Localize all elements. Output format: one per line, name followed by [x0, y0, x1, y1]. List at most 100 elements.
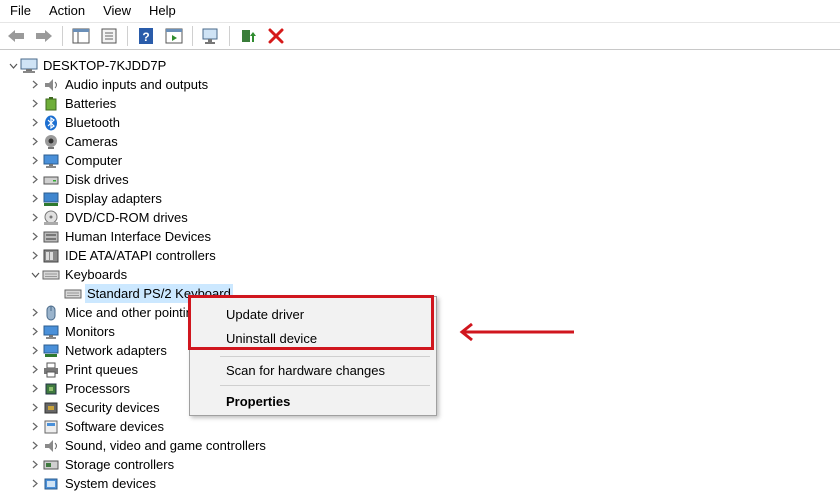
menu-separator [220, 356, 430, 357]
mouse-icon [42, 304, 60, 322]
network-adapter-icon [42, 342, 60, 360]
tree-item-label: System devices [65, 476, 157, 491]
tree-item-print-queues[interactable]: Print queues [28, 360, 140, 379]
ide-controller-icon [42, 247, 60, 265]
chevron-down-icon[interactable] [28, 265, 42, 284]
speaker-icon [42, 76, 60, 94]
tree-item-sound[interactable]: Sound, video and game controllers [28, 436, 268, 455]
chevron-right-icon[interactable] [28, 303, 42, 322]
chevron-right-icon[interactable] [28, 322, 42, 341]
chevron-right-icon[interactable] [28, 398, 42, 417]
display-adapter-icon [42, 190, 60, 208]
sound-icon [42, 437, 60, 455]
tree-item-security[interactable]: Security devices [28, 398, 162, 417]
toolbar: ? [0, 22, 840, 50]
menu-bar: File Action View Help [0, 0, 840, 22]
tree-item-label: Cameras [65, 134, 118, 149]
properties-menu-item[interactable]: Properties [190, 389, 436, 413]
tree-item-label: Disk drives [65, 172, 129, 187]
tree-item-storage[interactable]: Storage controllers [28, 455, 176, 474]
tree-item-label: Bluetooth [65, 115, 120, 130]
chevron-right-icon[interactable] [28, 246, 42, 265]
back-icon[interactable] [4, 24, 28, 48]
chevron-right-icon[interactable] [28, 170, 42, 189]
tree-item-label: Human Interface Devices [65, 229, 211, 244]
action-pane-icon[interactable] [162, 24, 186, 48]
tree-item-batteries[interactable]: Batteries [28, 94, 118, 113]
chevron-right-icon[interactable] [28, 455, 42, 474]
menu-view[interactable]: View [94, 0, 140, 22]
toolbar-separator [229, 26, 230, 46]
keyboard-icon [64, 285, 82, 303]
tree-item-label: Monitors [65, 324, 115, 339]
tree-item-cameras[interactable]: Cameras [28, 132, 120, 151]
scan-hardware-label: Scan for hardware changes [226, 362, 385, 378]
scan-hardware-icon[interactable] [199, 24, 223, 48]
chevron-down-icon[interactable] [6, 56, 20, 75]
chevron-right-icon[interactable] [28, 379, 42, 398]
keyboard-icon [42, 266, 60, 284]
tree-item-label: Processors [65, 381, 131, 396]
tree-item-dvd[interactable]: DVD/CD-ROM drives [28, 208, 190, 227]
security-chip-icon [42, 399, 60, 417]
chevron-right-icon[interactable] [28, 436, 42, 455]
tree-item-label: Batteries [65, 96, 117, 111]
chevron-right-icon[interactable] [28, 113, 42, 132]
chevron-right-icon[interactable] [28, 189, 42, 208]
toolbar-separator [192, 26, 193, 46]
menu-action[interactable]: Action [40, 0, 94, 22]
tree-item-processors[interactable]: Processors [28, 379, 132, 398]
tree-item-label: Audio inputs and outputs [65, 77, 209, 92]
tree-item-monitors[interactable]: Monitors [28, 322, 117, 341]
tree-item-network[interactable]: Network adapters [28, 341, 169, 360]
tree-item-label: Print queues [65, 362, 138, 377]
uninstall-icon[interactable] [264, 24, 288, 48]
chevron-right-icon[interactable] [28, 151, 42, 170]
menu-separator [220, 385, 430, 386]
optical-drive-icon [42, 209, 60, 227]
tree-item-ide[interactable]: IDE ATA/ATAPI controllers [28, 246, 218, 265]
update-driver-icon[interactable] [236, 24, 260, 48]
tree-item-label: Computer [65, 153, 123, 168]
chevron-right-icon[interactable] [28, 341, 42, 360]
tree-root-label: DESKTOP-7KJDD7P [43, 58, 167, 73]
tree-item-label: IDE ATA/ATAPI controllers [65, 248, 216, 263]
chevron-right-icon[interactable] [28, 75, 42, 94]
chevron-right-icon[interactable] [28, 417, 42, 436]
chevron-right-icon[interactable] [28, 208, 42, 227]
tree-item-keyboards[interactable]: Keyboards [28, 265, 129, 284]
tree-item-display-adapters[interactable]: Display adapters [28, 189, 164, 208]
menu-file[interactable]: File [0, 0, 40, 22]
chevron-right-icon[interactable] [28, 360, 42, 379]
tree-item-label: Sound, video and game controllers [65, 438, 266, 453]
tree-item-software[interactable]: Software devices [28, 417, 166, 436]
tree-item-computer[interactable]: Computer [28, 151, 124, 170]
properties-icon[interactable] [97, 24, 121, 48]
chevron-right-icon[interactable] [28, 227, 42, 246]
tree-item-label: Storage controllers [65, 457, 175, 472]
disk-drive-icon [42, 171, 60, 189]
tree-item-disk-drives[interactable]: Disk drives [28, 170, 131, 189]
system-device-icon [42, 475, 60, 493]
chevron-right-icon[interactable] [28, 474, 42, 493]
annotation-arrow-icon [458, 322, 576, 345]
tree-root[interactable]: DESKTOP-7KJDD7P [6, 56, 168, 75]
tree-item-bluetooth[interactable]: Bluetooth [28, 113, 122, 132]
tree-item-system[interactable]: System devices [28, 474, 158, 493]
menu-help[interactable]: Help [140, 0, 185, 22]
chevron-right-icon[interactable] [28, 132, 42, 151]
forward-icon[interactable] [32, 24, 56, 48]
toolbar-separator [62, 26, 63, 46]
scan-hardware-menu-item[interactable]: Scan for hardware changes [190, 358, 436, 382]
chevron-right-icon[interactable] [28, 94, 42, 113]
monitor-icon [42, 152, 60, 170]
tree-item-label: Keyboards [65, 267, 128, 282]
show-hide-tree-icon[interactable] [69, 24, 93, 48]
battery-icon [42, 95, 60, 113]
tree-item-label: Network adapters [65, 343, 167, 358]
tree-item-hid[interactable]: Human Interface Devices [28, 227, 213, 246]
tree-item-label: DVD/CD-ROM drives [65, 210, 188, 225]
help-icon[interactable]: ? [134, 24, 158, 48]
tree-item-audio[interactable]: Audio inputs and outputs [28, 75, 210, 94]
bluetooth-icon [42, 114, 60, 132]
